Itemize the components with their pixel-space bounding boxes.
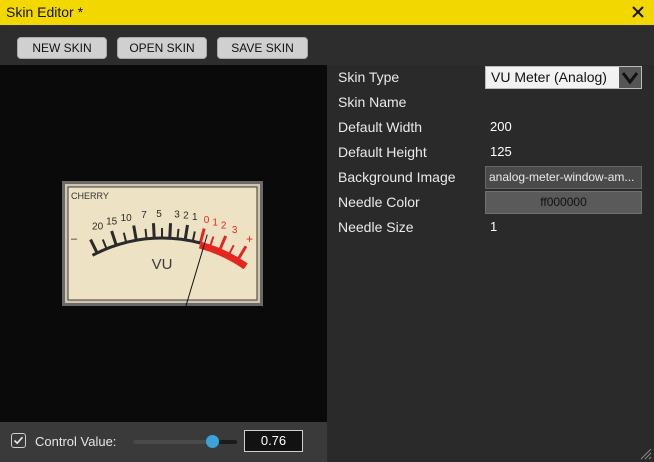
prop-row-default-width: Default Width 200 (327, 115, 654, 140)
meter-scale-label: 1 (212, 217, 218, 228)
prop-name: Needle Size (338, 219, 414, 235)
control-value-field[interactable]: 0.76 (244, 430, 303, 452)
title-bar: Skin Editor * (0, 0, 654, 25)
prop-row-background-image: Background Image analog-meter-window-am.… (327, 165, 654, 190)
meter-minus: – (71, 233, 78, 245)
prop-name: Default Width (338, 119, 423, 135)
default-width-field[interactable]: 200 (485, 116, 642, 139)
needle-color-field[interactable]: ff000000 (485, 191, 642, 214)
save-skin-button[interactable]: SAVE SKIN (217, 37, 308, 59)
meter-scale-label: 2 (183, 211, 189, 222)
dropdown-button[interactable] (619, 67, 641, 88)
meter-scale-label: 10 (121, 213, 133, 224)
meter-unit: VU (152, 256, 173, 273)
control-value-label: Control Value: (35, 434, 117, 449)
control-bar: Control Value: 0.76 (0, 422, 327, 462)
prop-name: Skin Name (338, 94, 407, 110)
vu-meter: CHERRY 20 15 10 7 5 3 2 1 0 1 2 3 – + VU (62, 181, 263, 306)
meter-scale-label: 2 (221, 220, 227, 231)
prop-row-skin-name: Skin Name (327, 90, 654, 115)
meter-scale-label: 5 (156, 209, 162, 220)
needle-size-field[interactable]: 1 (485, 216, 642, 239)
prop-row-needle-size: Needle Size 1 (327, 215, 654, 240)
meter-scale-label: 1 (192, 212, 198, 223)
skin-name-field[interactable] (485, 91, 642, 114)
prop-name: Needle Color (338, 194, 420, 210)
meter-tick (151, 223, 156, 238)
chevron-down-icon (621, 72, 639, 85)
meter-scale-label: 0 (204, 215, 210, 226)
meter-tick (144, 228, 148, 238)
open-skin-button[interactable]: OPEN SKIN (117, 37, 207, 59)
meter-scale-label: 3 (174, 210, 180, 221)
prop-row-needle-color: Needle Color ff000000 (327, 190, 654, 215)
check-icon (13, 436, 24, 445)
meter-plus: + (246, 232, 253, 246)
meter-tick (168, 223, 173, 238)
control-value-slider[interactable] (133, 435, 237, 449)
meter-brand: CHERRY (71, 191, 109, 201)
prop-name: Default Height (338, 144, 427, 160)
meter-scale-label: 7 (141, 210, 147, 221)
meter-tick (176, 228, 180, 238)
properties-panel: Skin Type VU Meter (Analog) Skin Name De… (327, 65, 654, 462)
prop-row-skin-type: Skin Type VU Meter (Analog) (327, 65, 654, 90)
meter-scale-label: 15 (106, 217, 118, 228)
control-checkbox[interactable] (11, 433, 26, 448)
prop-name: Background Image (338, 169, 456, 185)
meter-scale-label: 3 (232, 225, 238, 236)
prop-name: Skin Type (338, 69, 400, 85)
window-title: Skin Editor * (6, 4, 84, 20)
prop-row-default-height: Default Height 125 (327, 140, 654, 165)
background-image-field[interactable]: analog-meter-window-am... (485, 166, 642, 189)
meter-face (67, 186, 258, 301)
slider-fill (133, 440, 213, 444)
skin-preview: CHERRY 20 15 10 7 5 3 2 1 0 1 2 3 – + VU (0, 65, 327, 422)
meter-scale-label: 20 (92, 222, 104, 233)
slider-thumb[interactable] (206, 435, 220, 448)
toolbar: NEW SKIN OPEN SKIN SAVE SKIN (0, 25, 654, 65)
resize-grip-icon[interactable] (638, 446, 652, 460)
close-icon[interactable] (631, 5, 645, 19)
skin-type-value: VU Meter (Analog) (491, 69, 607, 85)
default-height-field[interactable]: 125 (485, 141, 642, 164)
new-skin-button[interactable]: NEW SKIN (17, 37, 107, 59)
skin-type-dropdown[interactable]: VU Meter (Analog) (485, 66, 642, 89)
